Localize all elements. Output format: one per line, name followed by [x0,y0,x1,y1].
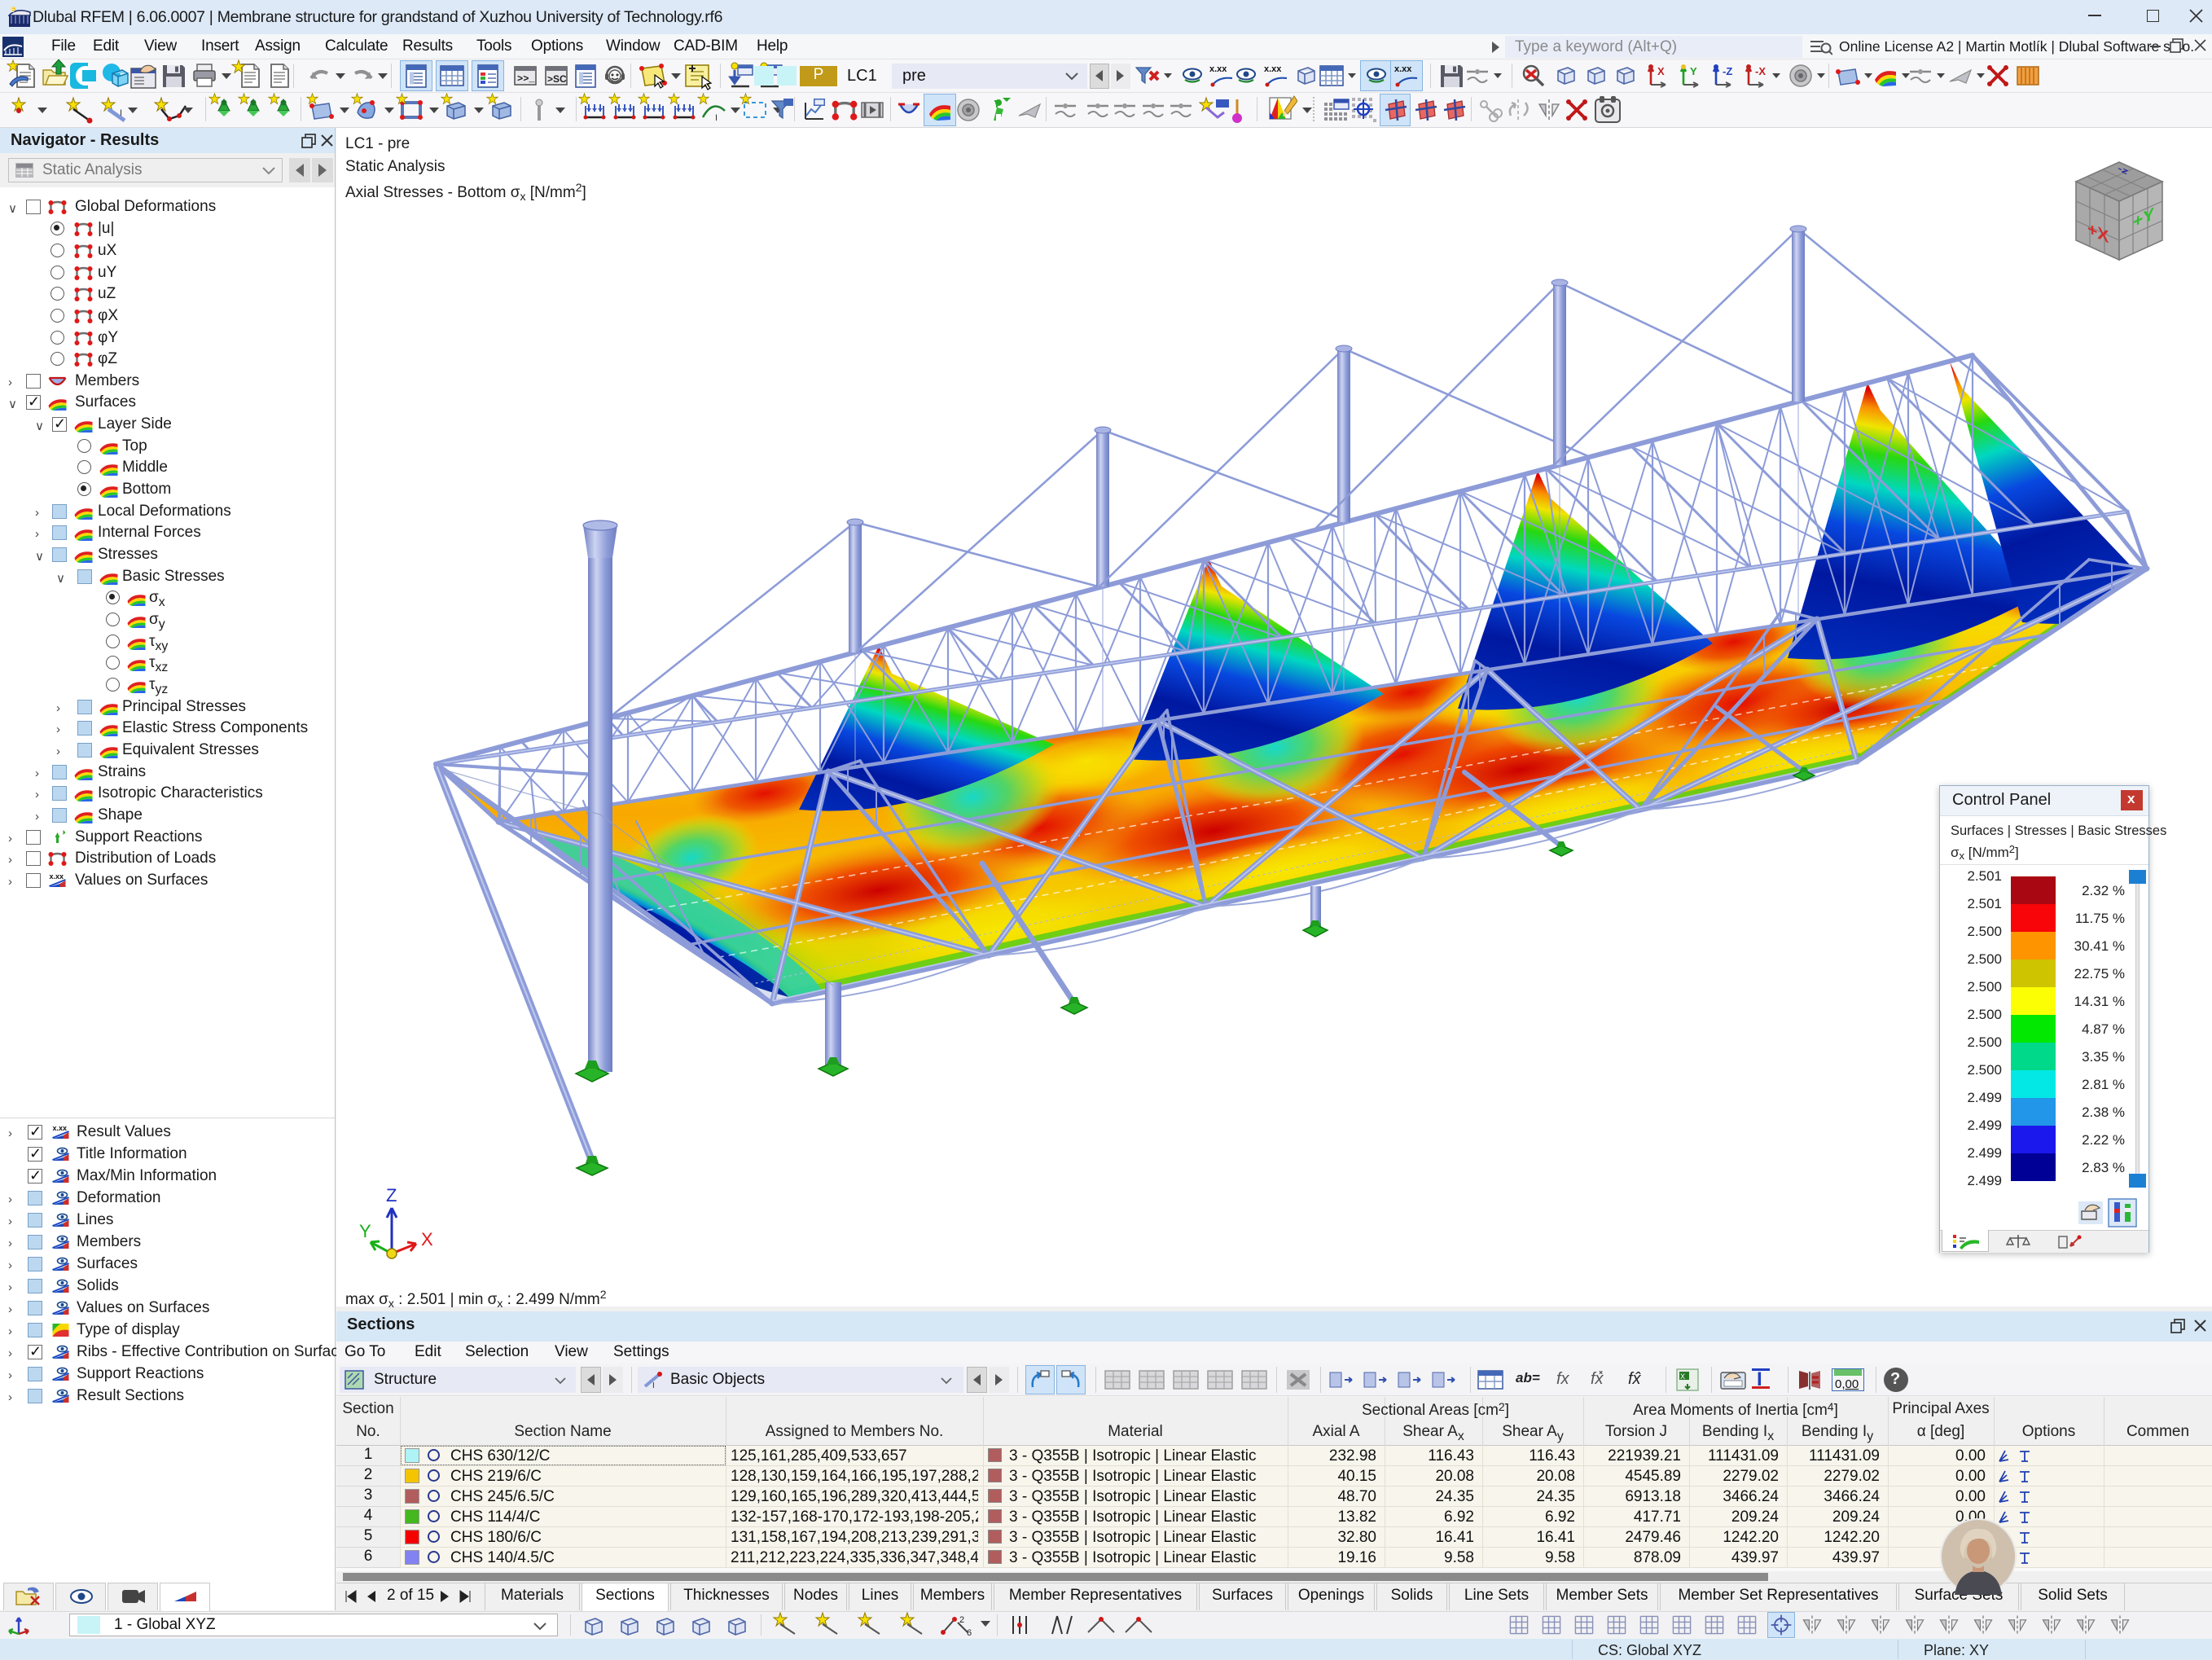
svg-text:I: I [120,108,122,118]
svg-text:-Z: -Z [1723,65,1732,77]
svg-text:Z: Z [386,1187,397,1205]
svg-text:I: I [652,1381,655,1390]
svg-text:I: I [715,113,718,123]
svg-text:X: X [1680,1372,1685,1381]
svg-text:Y: Y [359,1221,371,1241]
svg-text:X: X [1657,65,1665,77]
svg-text:Y: Y [1690,65,1697,77]
svg-text:6: 6 [11,6,15,14]
svg-text:X: X [421,1229,433,1249]
svg-text:2: 2 [959,1615,964,1625]
svg-text:-X: -X [1755,65,1766,77]
svg-text:6: 6 [967,1628,972,1637]
